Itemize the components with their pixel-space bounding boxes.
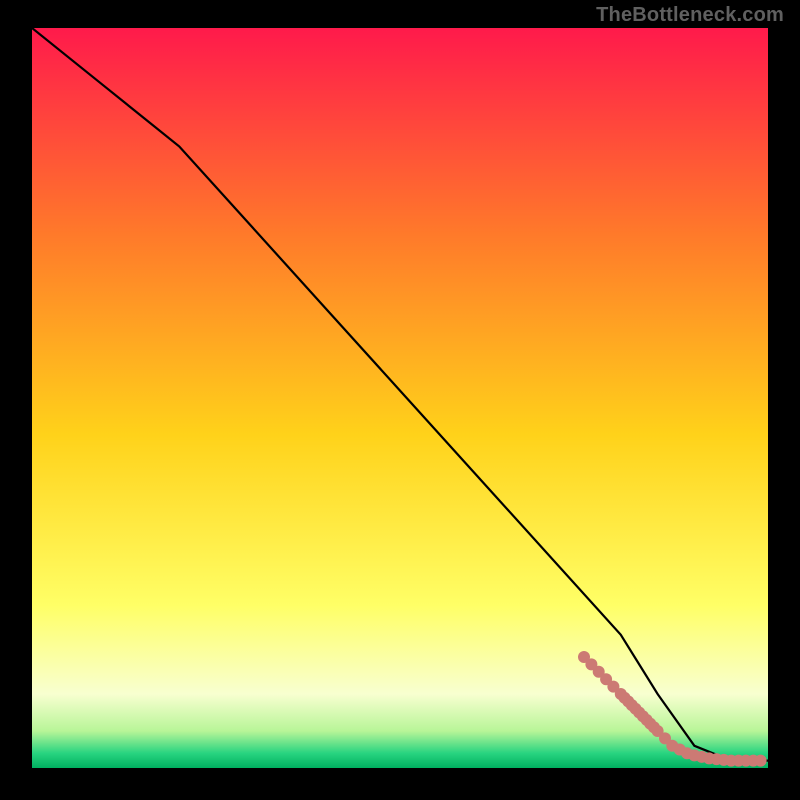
gradient-background	[32, 28, 768, 768]
plot-svg	[32, 28, 768, 768]
data-point	[755, 755, 767, 767]
chart-root: TheBottleneck.com	[0, 0, 800, 800]
watermark-label: TheBottleneck.com	[596, 4, 784, 27]
plot-area	[32, 28, 768, 768]
